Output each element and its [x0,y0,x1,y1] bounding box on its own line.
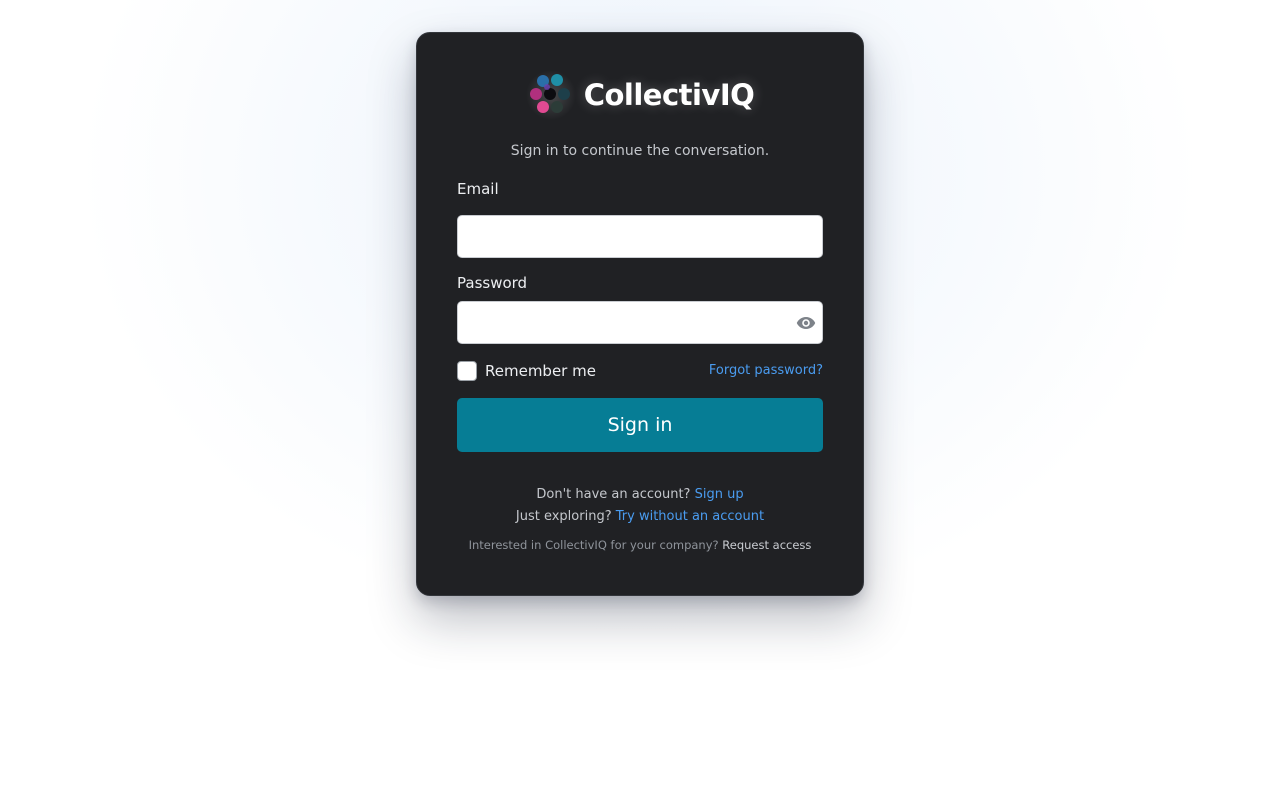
try-without-account-link[interactable]: Try without an account [616,509,764,524]
eye-icon [796,317,816,329]
email-field[interactable] [457,215,823,258]
password-label: Password [457,274,528,292]
explore-prompt-line: Just exploring? Try without an account [417,509,863,524]
brand-logo: CollectivIQ [417,70,863,120]
password-field[interactable] [457,301,823,344]
explore-prompt: Just exploring? [515,509,612,524]
hexagon-cluster-logo-icon [525,70,576,120]
request-access-link[interactable]: Request access [722,538,811,552]
company-prompt: Interested in CollectivIQ for your compa… [468,538,719,552]
remember-me-label: Remember me [485,362,596,380]
signin-subtitle: Sign in to continue the conversation. [510,143,770,159]
company-prompt-line: Interested in CollectivIQ for your compa… [417,538,863,552]
email-label: Email [457,180,499,198]
sign-up-link[interactable]: Sign up [695,487,744,502]
sign-in-button[interactable]: Sign in [457,398,823,452]
show-password-button[interactable] [795,312,817,334]
signup-prompt: Don't have an account? [536,487,691,502]
remember-me-row: Remember me [457,361,596,381]
brand-name: CollectivIQ [583,78,755,112]
login-card: CollectivIQ Sign in to continue the conv… [416,32,864,596]
forgot-password-link[interactable]: Forgot password? [709,363,823,378]
signup-prompt-line: Don't have an account? Sign up [417,487,863,502]
remember-me-checkbox[interactable] [457,361,477,381]
